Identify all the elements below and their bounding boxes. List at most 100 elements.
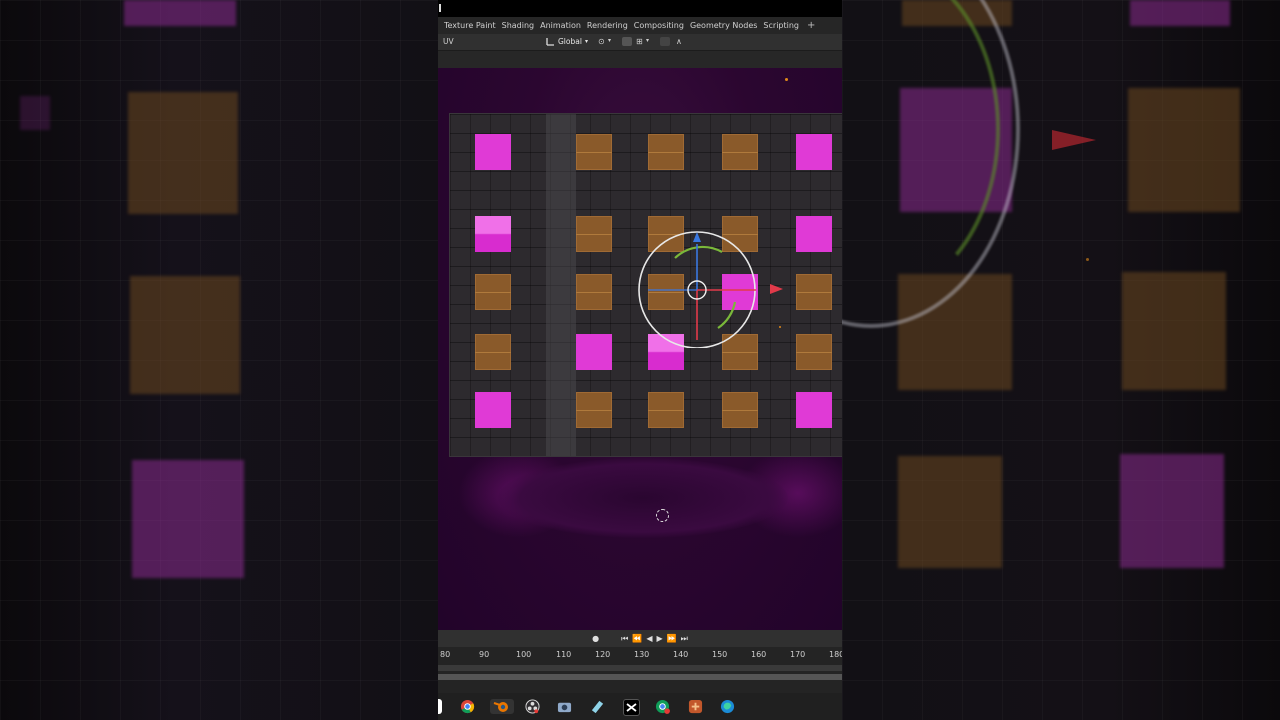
light-dot [779,326,781,328]
tile-orange[interactable] [796,274,832,310]
play-reverse-icon[interactable]: ◀ [646,634,652,643]
tile-orange[interactable] [475,334,511,370]
blender-window: Texture Paint Shading Animation Renderin… [438,0,842,720]
window-top-strip [438,0,842,17]
frame-tick: 180 [829,650,842,659]
tab-geometry-nodes[interactable]: Geometry Nodes [690,21,757,30]
tile-orange[interactable] [648,134,684,170]
prev-keyframe-icon[interactable]: ⏪ [632,634,642,643]
record-icon[interactable]: ● [592,634,599,643]
jump-end-icon[interactable]: ⏭ [681,634,688,644]
taskbar [438,693,842,720]
tile-magenta[interactable] [796,134,832,170]
bg-tile [1120,454,1224,568]
edge-icon[interactable] [720,699,735,714]
tile-magenta[interactable] [796,216,832,252]
frame-ruler[interactable]: 80 90 100 110 120 130 140 150 160 170 18… [438,648,842,662]
tab-texture-paint[interactable]: Texture Paint [444,21,496,30]
blurred-background-right [842,0,1280,720]
frame-tick: 80 [440,650,451,659]
tile-magenta[interactable] [475,216,511,252]
chevron-down-icon: ▾ [646,37,650,44]
frame-tick: 150 [712,650,728,659]
transform-orientation-dropdown[interactable]: Global ▾ [542,36,592,47]
blurred-background-left [0,0,438,720]
frame-tick: 130 [634,650,650,659]
frame-tick: 110 [556,650,572,659]
bg-tile [130,276,240,394]
window-marker [439,4,441,12]
timeline-scrollbar[interactable] [438,674,842,680]
pivot-icon[interactable]: ⊙ [598,37,605,46]
tile-orange[interactable] [576,134,612,170]
play-icon[interactable]: ▶ [656,634,662,643]
add-workspace-button[interactable]: + [807,20,815,31]
proportional-edit-icon[interactable] [660,37,670,46]
bg-tile [898,456,1002,568]
floor-pad [498,458,788,538]
workspace-tabs: Texture Paint Shading Animation Renderin… [438,17,842,34]
obs-icon[interactable] [525,699,540,714]
frame-tick: 170 [790,650,806,659]
bg-tile [128,92,238,214]
tile-orange[interactable] [722,392,758,428]
3d-cursor-icon[interactable] [656,509,669,522]
tab-compositing[interactable]: Compositing [634,21,684,30]
playback-controls: ● ⏮ ⏪ ◀ ▶ ⏩ ⏭ [438,630,842,647]
tile-magenta[interactable] [475,392,511,428]
uv-menu[interactable]: UV [443,37,454,46]
bg-arrow-icon [1052,130,1096,150]
blender-icon[interactable] [490,699,514,714]
timeline: ● ⏮ ⏪ ◀ ▶ ⏩ ⏭ 80 90 100 110 120 130 140 … [438,630,842,693]
chrome-profile-icon[interactable] [655,699,670,714]
tile-magenta[interactable] [576,334,612,370]
falloff-icon[interactable]: ∧ [676,37,682,46]
notes-icon[interactable] [590,699,605,714]
frame-tick: 120 [595,650,611,659]
orientation-value: Global [558,37,582,46]
tile-orange[interactable] [576,392,612,428]
tile-magenta[interactable] [796,392,832,428]
light-dot [785,78,788,81]
chevron-down-icon: ▾ [608,37,612,44]
tool-settings-bar [438,51,842,68]
frame-tick: 100 [516,650,532,659]
bg-dot [1086,258,1089,261]
chrome-icon[interactable] [460,699,475,714]
bg-tile [1130,0,1230,26]
tab-animation[interactable]: Animation [540,21,581,30]
tile-orange[interactable] [475,274,511,310]
tile-orange[interactable] [722,134,758,170]
timeline-track[interactable] [438,665,842,671]
tab-rendering[interactable]: Rendering [587,21,628,30]
bg-tile [132,460,244,578]
orientation-icon [546,38,554,46]
viewport-header: UV Global ▾ ⊙ ▾ ⊞ ▾ ∧ [438,34,842,51]
frame-tick: 90 [479,650,490,659]
next-keyframe-icon[interactable]: ⏩ [667,634,677,643]
bg-tile [1128,88,1240,212]
tile-orange[interactable] [796,334,832,370]
snap-target-icon[interactable]: ⊞ [636,37,643,46]
tile-orange[interactable] [576,274,612,310]
tab-shading[interactable]: Shading [502,21,535,30]
bg-tile [124,0,236,26]
transform-gizmo[interactable] [638,230,756,348]
file-explorer-icon[interactable] [438,699,442,714]
tile-magenta[interactable] [475,134,511,170]
snap-icon[interactable] [622,37,632,46]
camera-icon[interactable] [557,699,572,714]
tile-orange[interactable] [576,216,612,252]
x-axis-arrow-icon[interactable] [770,284,784,294]
chevron-down-icon: ▾ [584,38,588,45]
bg-tile [20,96,50,130]
panel-strip [546,114,576,456]
photo-editor-icon[interactable] [688,699,703,714]
tile-orange[interactable] [648,392,684,428]
jump-start-icon[interactable]: ⏮ [621,634,628,644]
bg-tile [1122,272,1226,390]
3d-viewport[interactable] [438,68,842,630]
tab-scripting[interactable]: Scripting [763,21,799,30]
frame-tick: 140 [673,650,689,659]
capcut-icon[interactable] [623,699,640,716]
